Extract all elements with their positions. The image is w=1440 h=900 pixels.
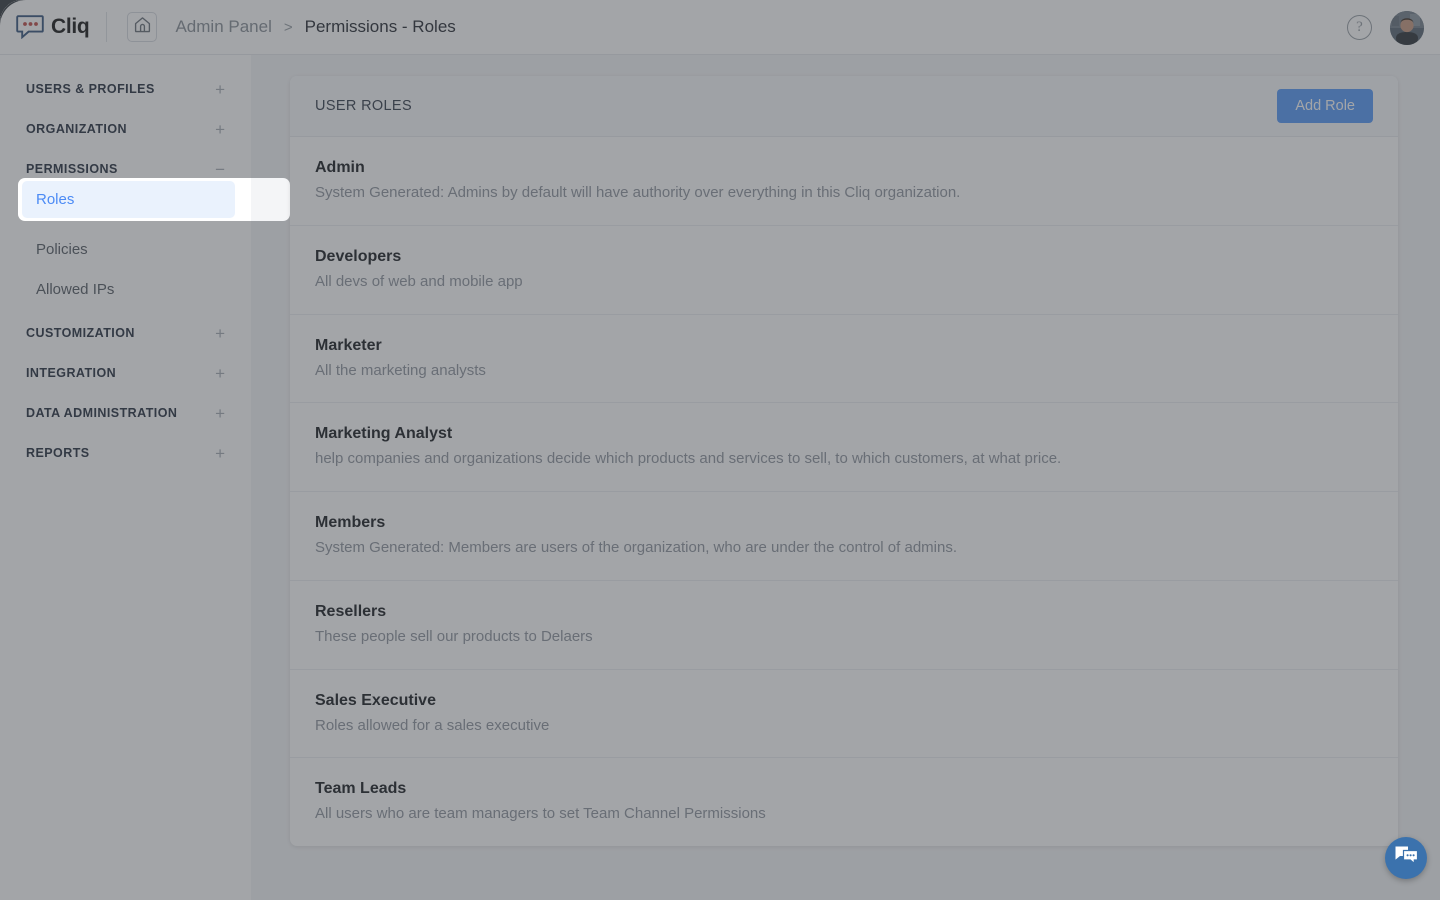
role-name: Marketing Analyst: [315, 425, 1373, 443]
card-header: USER ROLES Add Role: [290, 76, 1398, 137]
sidebar-group-customization[interactable]: CUSTOMIZATION +: [0, 313, 251, 353]
role-name: Resellers: [315, 603, 1373, 621]
plus-icon[interactable]: +: [215, 405, 225, 422]
sidebar-item-allowed-ips[interactable]: Allowed IPs: [0, 269, 251, 309]
minus-icon[interactable]: −: [215, 161, 225, 178]
sidebar-group-organization[interactable]: ORGANIZATION +: [0, 109, 251, 149]
role-description: help companies and organizations decide …: [315, 450, 1373, 469]
role-description: All devs of web and mobile app: [315, 273, 1373, 292]
topbar-actions: ?: [1347, 0, 1424, 55]
breadcrumb-separator: >: [284, 19, 293, 36]
role-name: Marketer: [315, 337, 1373, 355]
sidebar-group-integration[interactable]: INTEGRATION +: [0, 353, 251, 393]
sidebar-group-label: PERMISSIONS: [26, 162, 118, 176]
role-name: Team Leads: [315, 780, 1373, 798]
role-name: Admin: [315, 159, 1373, 177]
role-description: System Generated: Members are users of t…: [315, 539, 1373, 558]
table-row[interactable]: Admin System Generated: Admins by defaul…: [290, 137, 1398, 226]
avatar[interactable]: [1390, 11, 1424, 45]
table-row[interactable]: Sales Executive Roles allowed for a sale…: [290, 670, 1398, 759]
table-row[interactable]: Members System Generated: Members are us…: [290, 492, 1398, 581]
home-button[interactable]: [127, 12, 157, 42]
plus-icon[interactable]: +: [215, 445, 225, 462]
chat-bubbles-icon: [1394, 845, 1419, 871]
plus-icon[interactable]: +: [215, 81, 225, 98]
sidebar-group-reports[interactable]: REPORTS +: [0, 433, 251, 473]
sidebar-group-label: USERS & PROFILES: [26, 82, 155, 96]
plus-icon[interactable]: +: [215, 325, 225, 342]
breadcrumb: Admin Panel > Permissions - Roles: [175, 17, 455, 37]
chat-bubble-dots-icon: [16, 15, 44, 39]
app-window: Cliq Admin Panel > Permissions - Roles ?: [0, 0, 1440, 900]
role-description: All users who are team managers to set T…: [315, 805, 1373, 824]
content-area: USER ROLES Add Role Admin System Generat…: [251, 55, 1440, 900]
table-row[interactable]: Developers All devs of web and mobile ap…: [290, 226, 1398, 315]
role-name: Members: [315, 514, 1373, 532]
sidebar-group-label: ORGANIZATION: [26, 122, 127, 136]
table-row[interactable]: Marketer All the marketing analysts: [290, 315, 1398, 404]
sidebar-group-label: CUSTOMIZATION: [26, 326, 135, 340]
help-icon[interactable]: ?: [1347, 15, 1372, 40]
sidebar-group-data-administration[interactable]: DATA ADMINISTRATION +: [0, 393, 251, 433]
sidebar-group-label: REPORTS: [26, 446, 90, 460]
spotlight-sidebar-item-roles[interactable]: Roles: [22, 181, 235, 218]
sidebar-group-label: INTEGRATION: [26, 366, 116, 380]
table-row[interactable]: Marketing Analyst help companies and org…: [290, 403, 1398, 492]
plus-icon[interactable]: +: [215, 121, 225, 138]
brand-name: Cliq: [51, 15, 89, 39]
user-roles-card: USER ROLES Add Role Admin System Generat…: [290, 76, 1398, 846]
topbar-divider: [106, 12, 107, 42]
table-row[interactable]: Team Leads All users who are team manage…: [290, 758, 1398, 846]
role-description: System Generated: Admins by default will…: [315, 184, 1373, 203]
breadcrumb-root[interactable]: Admin Panel: [175, 17, 271, 37]
top-bar: Cliq Admin Panel > Permissions - Roles ?: [0, 0, 1440, 55]
role-description: All the marketing analysts: [315, 362, 1373, 381]
role-description: These people sell our products to Delaer…: [315, 628, 1373, 647]
plus-icon[interactable]: +: [215, 365, 225, 382]
table-row[interactable]: Resellers These people sell our products…: [290, 581, 1398, 670]
sidebar-group-users-profiles[interactable]: USERS & PROFILES +: [0, 69, 251, 109]
sidebar-item-policies[interactable]: Policies: [0, 229, 251, 269]
role-description: Roles allowed for a sales executive: [315, 717, 1373, 736]
role-name: Sales Executive: [315, 692, 1373, 710]
sidebar-group-label: DATA ADMINISTRATION: [26, 406, 177, 420]
breadcrumb-current: Permissions - Roles: [305, 17, 456, 37]
role-name: Developers: [315, 248, 1373, 266]
page-title: USER ROLES: [315, 98, 412, 114]
add-role-button[interactable]: Add Role: [1277, 89, 1373, 123]
home-icon: [134, 16, 151, 38]
app-logo[interactable]: Cliq: [16, 15, 89, 39]
chat-widget-button[interactable]: [1385, 837, 1427, 879]
